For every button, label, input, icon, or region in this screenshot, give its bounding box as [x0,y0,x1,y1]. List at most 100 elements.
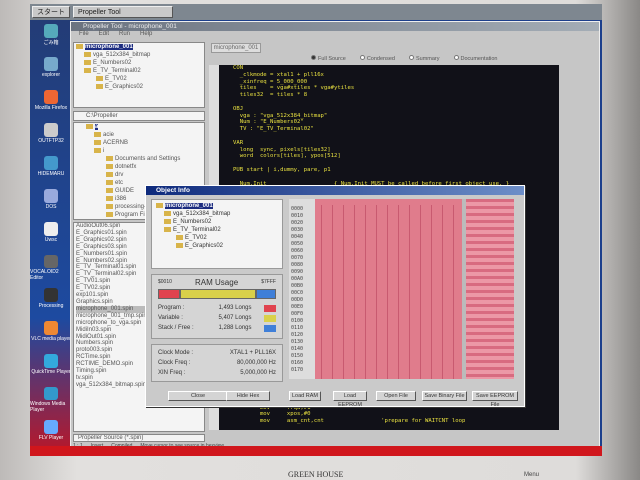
tree-item[interactable]: E_TV02 [74,75,204,83]
desktop-icon-label: explorer [41,72,61,78]
folder-icon [106,163,113,169]
tree-item[interactable]: E_Numbers02 [74,59,204,67]
tree-item[interactable]: vga_512x384_bitmap [154,210,280,218]
object-tree[interactable]: microphone_001 vga_512x384_bitmap E_Number… [73,42,205,108]
desktop-icons: ごみ箱 explorer Mozilla Firefox OUTFTP32 HIDEMA… [30,20,72,446]
clock-value: XTAL1 + PLL16X [229,350,276,356]
save-eeprom-file-button[interactable]: Save EEPROM File [472,391,518,408]
tree-item[interactable]: microphone_001 [154,202,280,210]
clock-label: XIN Freq : [158,370,186,376]
view-mode-radio[interactable]: Condensed [359,55,395,62]
menu-item[interactable]: Help [140,31,152,39]
load-ram-button[interactable]: Load RAM [289,391,321,401]
tree-item[interactable]: ACERNB [84,139,204,147]
desktop-icon[interactable]: QuickTime Player [30,350,72,380]
tree-item[interactable]: E_TV_Terminal02 [74,67,204,75]
status-field: Insert [90,443,104,449]
tree-item-label: E_TV02 [105,76,127,82]
tree-item[interactable]: E_Graphics02 [74,83,204,91]
tab-microphone-001[interactable]: microphone_001 [211,43,261,53]
radio-label: Full Source [318,56,346,62]
hex-address: 0140 [291,346,304,352]
desktop-icon-label: FLV Player [38,435,64,441]
hex-address: 0020 [291,220,304,226]
desktop-icon[interactable]: VLC media player [30,317,72,347]
ram-bar-0 [158,289,181,299]
menu-item[interactable]: Edit [99,31,109,39]
hex-address: 0070 [291,255,304,261]
ram-label: Variable : [158,315,183,321]
view-mode-radio[interactable]: Documentation [453,55,498,62]
desktop-icon[interactable]: DOS [30,185,72,215]
desktop-icon[interactable]: Mozilla Firefox [30,86,72,116]
view-mode-radio[interactable]: Full Source [311,55,346,62]
dialog-object-tree[interactable]: microphone_001 vga_512x384_bitmap E_Number… [151,199,283,269]
hex-view[interactable]: 0000 0010 0020 0030 0040 0050 0060 0070 0080 0090… [289,199,514,379]
hex-address: 0040 [291,234,304,240]
close-button[interactable]: Close [168,391,228,401]
menu-bar: File Edit Run Help [71,31,599,39]
folder-icon [106,187,113,193]
folder-icon [94,139,101,145]
desktop-icon[interactable]: explorer [30,53,72,83]
ram-start: $0010 [158,279,172,285]
folder-icon [176,234,183,240]
desktop-icon[interactable]: ごみ箱 [30,20,72,50]
desktop-icon[interactable]: Processing [30,284,72,314]
load-eeprom-button[interactable]: Load EEPROM [333,391,367,408]
open-file-button[interactable]: Open File [376,391,416,401]
tree-item[interactable]: acie [84,131,204,139]
menu-item[interactable]: File [79,31,89,39]
desktop-icon[interactable]: OUTFTP32 [30,119,72,149]
desktop-icon[interactable]: Uwsc [30,218,72,248]
ram-bar-1 [180,289,257,299]
start-button[interactable]: スタート [32,6,70,18]
tree-item-label: E_Graphics02 [185,243,224,249]
desktop-icon-label: Windows Media Player [30,401,66,413]
tree-item[interactable]: microphone_001 [74,43,204,51]
tree-item-label: vga_512x384_bitmap [93,52,151,58]
status-bar: 1 : 1 Insert Compiled Move cursor to see so… [73,443,224,449]
tree-item[interactable]: vga_512x384_bitmap [74,51,204,59]
hide-hex-button[interactable]: Hide Hex [226,391,270,401]
folder-combo[interactable]: C:\Propeller [73,111,205,121]
monitor-menu-button[interactable]: Menu [524,472,539,478]
radio-icon [453,55,459,60]
tree-item[interactable]: E_Numbers02 [154,218,280,226]
tree-item-label: drv [115,172,124,178]
folder-icon [106,203,113,209]
desktop-icon[interactable]: FLV Player [30,416,72,446]
desktop-icon-image [44,222,58,236]
ascii-column [462,199,514,379]
desktop-icon-image [44,57,58,71]
tree-item[interactable]: E_TV_Terminal02 [154,226,280,234]
ram-usage-bar [158,289,276,299]
hex-address: 0100 [291,318,304,324]
tree-item[interactable]: Documents and Settings [84,155,204,163]
tree-item-label: microphone_001 [165,203,213,209]
desktop-icon[interactable]: Windows Media Player [30,383,72,413]
desktop-icon[interactable]: VOCALOID2 Editor [30,251,72,281]
tree-item[interactable]: a [84,123,204,131]
dialog-title: Object Info [146,186,524,195]
view-mode-radio[interactable]: Summary [408,55,440,62]
taskbar-propeller-tool[interactable]: Propeller Tool [73,6,173,18]
tree-item-label: E_Graphics02 [105,84,144,90]
tree-item[interactable]: dotnetfx [84,163,204,171]
view-mode-radios: Full Source Condensed Summary Documentation [311,55,498,62]
save-binary-file-button[interactable]: Save Binary File [422,391,467,401]
clock-row: Clock Mode : XTAL1 + PLL16X [152,348,282,358]
tree-item[interactable]: i [84,147,204,155]
tree-item[interactable]: E_TV02 [154,234,280,242]
monitor-brand: GREEN HOUSE [288,470,344,479]
screen: スタート Propeller Tool ごみ箱 explorer Mozilla F… [30,4,602,456]
filter-combo[interactable]: Propeller Source (*.spin) [73,434,205,442]
tree-item-label: E_Numbers02 [173,219,212,225]
menu-item[interactable]: Run [119,31,130,39]
ram-bar-2 [256,289,276,299]
desktop-icon[interactable]: HIDEMARU [30,152,72,182]
tree-item[interactable]: E_Graphics02 [154,242,280,250]
tree-item[interactable]: drv [84,171,204,179]
tree-item-label: acie [103,132,115,138]
folder-icon [84,51,91,57]
